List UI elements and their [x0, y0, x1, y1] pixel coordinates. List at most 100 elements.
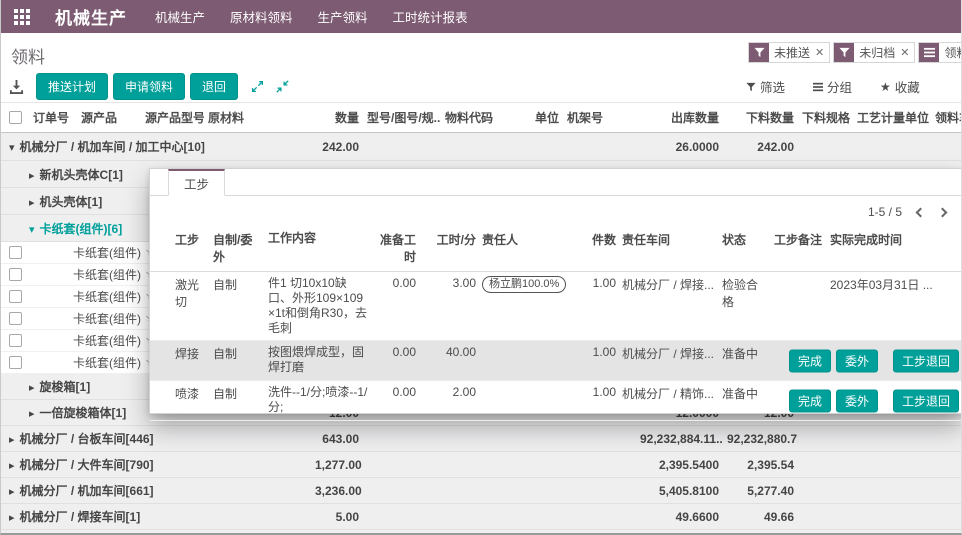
row-checkbox[interactable] — [9, 246, 22, 259]
group-row[interactable]: 机械分厂 / 精饰车间[706] 1,244.00 4,449.3100 4,4… — [1, 530, 962, 535]
app-title[interactable]: 机械生产 — [55, 4, 127, 29]
request-material-button[interactable]: 申请领料 — [113, 73, 185, 100]
column-source-model[interactable]: 源产品型号/图... — [141, 109, 204, 126]
col-owner[interactable]: 责任人 — [482, 231, 586, 248]
caret-right-icon — [9, 510, 20, 524]
row-checkbox[interactable] — [9, 334, 22, 347]
row-checkbox[interactable] — [9, 268, 22, 281]
step-minutes: 40.00 — [422, 345, 482, 359]
collapse-all-icon[interactable] — [276, 80, 289, 93]
step-name: 焊接 — [175, 345, 213, 362]
menu-worktime-report[interactable]: 工时统计报表 — [393, 7, 468, 26]
return-button[interactable]: 退回 — [190, 73, 238, 100]
caret-right-icon — [9, 458, 20, 472]
col-pieces[interactable]: 件数 — [586, 231, 622, 248]
item-product: 卡纸套(组件) — [29, 266, 141, 283]
expand-all-icon[interactable] — [251, 80, 264, 93]
menu-machinery-production[interactable]: 机械生产 — [155, 7, 205, 26]
step-content: 件1 切10x10缺口、外形109×109×1t和倒角R30，去毛刺 — [268, 276, 374, 336]
column-source-product[interactable]: 源产品 — [77, 109, 141, 126]
step-name: 激光切 — [175, 276, 213, 310]
app-window: 机械生产 机械生产 原材料领料 生产领料 工时统计报表 领料 未推送 ✕ 未归档 ✕ — [0, 0, 962, 535]
step-prep: 0.00 — [374, 385, 422, 399]
col-note[interactable]: 工步备注 — [774, 231, 830, 248]
column-process-unit[interactable]: 工艺计量单位 — [853, 109, 931, 126]
tab-worksteps[interactable]: 工步 — [168, 169, 225, 196]
menu-production-picking[interactable]: 生产领料 — [318, 7, 368, 26]
col-workshop[interactable]: 责任车间 — [622, 231, 722, 248]
col-step[interactable]: 工步 — [175, 231, 213, 248]
groupby-menu[interactable]: 分组 — [813, 77, 852, 96]
step-return-button[interactable]: 工步退回 — [893, 349, 959, 372]
workstep-row[interactable]: 喷漆 自制 洗件--1/分;喷漆--1/分; 0.00 2.00 1.00 机械… — [150, 381, 962, 421]
step-make: 自制 — [213, 345, 268, 362]
row-checkbox[interactable] — [9, 290, 22, 303]
column-qty[interactable]: 数量 — [311, 109, 363, 126]
facet-remove-icon[interactable]: ✕ — [900, 46, 909, 59]
column-model-spec[interactable]: 型号/图号/规... — [363, 109, 441, 126]
column-order-no[interactable]: 订单号 — [29, 109, 77, 126]
col-minutes[interactable]: 工时/分 — [422, 231, 482, 248]
col-make-or-outsource[interactable]: 自制/委外 — [213, 231, 268, 265]
pager-previous-icon[interactable] — [916, 207, 926, 217]
group-row[interactable]: 机械分厂 / 大件车间[790] 1,277.00 2,395.5400 2,3… — [1, 452, 962, 478]
col-prep-hours[interactable]: 准备工时 — [374, 231, 422, 265]
outsource-button[interactable]: 委外 — [836, 349, 878, 372]
group-out-qty: 5,405.8100 — [636, 484, 723, 498]
group-row[interactable]: 机械分厂 / 机加车间 / 加工中心[10] 242.00 26.0000 24… — [1, 133, 962, 161]
control-panel: 领料 未推送 ✕ 未归档 ✕ 领料车间 > 源产品 — [1, 33, 961, 103]
workstep-row[interactable]: 焊接 自制 按图煨焊成型，固焊打磨 0.00 40.00 1.00 机械分厂 /… — [150, 341, 962, 381]
step-workshop: 机械分厂 / 精饰... — [622, 385, 722, 402]
step-name: 喷漆 — [175, 385, 213, 402]
group-out-qty: 2,395.5400 — [636, 458, 723, 472]
step-return-button[interactable]: 工步退回 — [893, 389, 959, 412]
column-raw-material[interactable]: 原材料 — [204, 109, 311, 126]
column-rack-no[interactable]: 机架号 — [563, 109, 636, 126]
filters-menu[interactable]: 筛选 — [746, 77, 785, 96]
row-checkbox[interactable] — [9, 312, 22, 325]
column-out-qty[interactable]: 出库数量 — [636, 109, 723, 126]
pager-next-icon[interactable] — [938, 207, 948, 217]
select-all-checkbox[interactable] — [9, 111, 22, 124]
group-qty: 643.00 — [311, 432, 363, 446]
group-row[interactable]: 机械分厂 / 台板车间[446] 643.00 92,232,884.11...… — [1, 426, 962, 452]
step-workshop: 机械分厂 / 焊接... — [622, 345, 722, 362]
outsource-button[interactable]: 委外 — [836, 389, 878, 412]
download-icon[interactable] — [9, 79, 24, 94]
facet-not-pushed[interactable]: 未推送 ✕ — [748, 42, 830, 63]
column-unit[interactable]: 单位 — [531, 109, 563, 126]
worksteps-panel: 工步 1-5 / 5 工步 自制/委外 工作内容 准备工时 工时/分 责任人 件… — [149, 168, 962, 414]
column-cut-spec[interactable]: 下料规格 — [798, 109, 853, 126]
owner-badge: 杨立鹏100.0% — [482, 276, 566, 293]
facet-not-archived[interactable]: 未归档 ✕ — [833, 42, 915, 63]
group-out-qty: 92,232,884.11... — [636, 432, 723, 446]
item-product: 卡纸套(组件) — [29, 310, 141, 327]
group-row[interactable]: 机械分厂 / 机加车间[661] 3,236.00 5,405.8100 5,2… — [1, 478, 962, 504]
group-cut-qty: 5,277.40 — [723, 484, 798, 498]
column-cut-qty[interactable]: 下料数量 — [723, 109, 798, 126]
group-row[interactable]: 机械分厂 / 焊接车间[1] 5.00 49.6600 49.66 — [1, 504, 962, 530]
facet-label: 未推送 — [774, 44, 810, 61]
item-product: 卡纸套(组件) — [29, 244, 141, 261]
step-pieces: 1.00 — [586, 345, 622, 359]
facet-remove-icon[interactable]: ✕ — [815, 46, 824, 59]
col-status[interactable]: 状态 — [722, 231, 774, 248]
group-qty: 242.00 — [311, 140, 363, 154]
group-cut-qty: 49.66 — [723, 510, 798, 524]
done-button[interactable]: 完成 — [789, 389, 831, 412]
col-work-content[interactable]: 工作内容 — [268, 231, 374, 246]
menu-raw-material-picking[interactable]: 原材料领料 — [230, 7, 293, 26]
push-plan-button[interactable]: 推送计划 — [36, 73, 108, 100]
facet-groupby[interactable]: 领料车间 > 源产品 — [918, 42, 962, 63]
row-checkbox[interactable] — [9, 356, 22, 369]
column-picking-workshop[interactable]: 领料车间 — [931, 109, 962, 126]
column-material-code[interactable]: 物料代码 — [441, 109, 531, 126]
col-finish-time[interactable]: 实际完成时间 — [830, 231, 950, 248]
step-pieces: 1.00 — [586, 385, 622, 399]
done-button[interactable]: 完成 — [789, 349, 831, 372]
apps-grid-icon[interactable] — [14, 9, 30, 25]
workstep-row[interactable]: 激光切 自制 件1 切10x10缺口、外形109×109×1t和倒角R30，去毛… — [150, 272, 962, 341]
favorites-menu[interactable]: ★ 收藏 — [880, 77, 920, 96]
page-title: 领料 — [11, 43, 45, 68]
facet-label: 未归档 — [859, 44, 895, 61]
